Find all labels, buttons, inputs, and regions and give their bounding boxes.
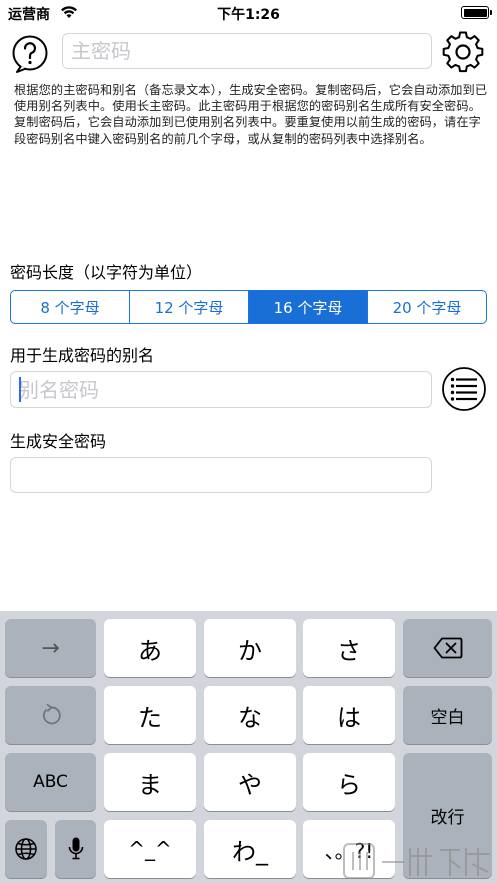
key-next-arrow[interactable]: → <box>5 619 96 677</box>
key-globe[interactable] <box>5 820 47 878</box>
key-a[interactable]: あ <box>104 619 196 677</box>
clock: 下午1:26 <box>217 7 280 23</box>
globe-icon <box>15 838 37 860</box>
generated-label: 生成安全密码 <box>10 432 107 451</box>
length-segmented-control: 8 个字母 12 个字母 16 个字母 20 个字母 <box>10 290 487 324</box>
generated-password-field[interactable] <box>10 457 432 493</box>
gear-icon[interactable] <box>441 30 485 74</box>
length-label: 密码长度（以字符为单位） <box>10 263 203 282</box>
length-option-8[interactable]: 8 个字母 <box>11 291 130 323</box>
key-kaomoji[interactable]: ^_^ <box>104 820 196 878</box>
list-icon[interactable] <box>441 366 487 412</box>
undo-icon <box>42 703 61 725</box>
length-option-12[interactable]: 12 个字母 <box>130 291 249 323</box>
alias-input[interactable] <box>10 371 432 408</box>
question-circle-icon[interactable] <box>10 34 50 74</box>
key-sa[interactable]: さ <box>303 619 395 677</box>
battery-nub <box>489 10 492 15</box>
key-ta[interactable]: た <box>104 686 196 744</box>
master-password-input[interactable] <box>62 33 432 69</box>
key-delete[interactable] <box>403 619 492 677</box>
key-ma[interactable]: ま <box>104 753 196 811</box>
status-bar: 运营商 下午1:26 <box>0 0 497 26</box>
key-ya[interactable]: や <box>204 753 296 811</box>
length-option-16[interactable]: 16 个字母 <box>249 291 368 323</box>
microphone-icon <box>68 837 83 860</box>
key-microphone[interactable] <box>55 820 96 878</box>
length-option-20[interactable]: 20 个字母 <box>368 291 486 323</box>
key-na[interactable]: な <box>204 686 296 744</box>
key-space[interactable]: 空白 <box>403 686 492 744</box>
key-undo[interactable] <box>5 686 96 744</box>
battery-fill <box>463 8 487 17</box>
key-ra[interactable]: ら <box>303 753 395 811</box>
watermark-logo <box>343 843 490 879</box>
key-abc[interactable]: ABC <box>5 753 96 811</box>
key-ha[interactable]: は <box>303 686 395 744</box>
battery-icon <box>461 6 492 19</box>
alias-label: 用于生成密码的别名 <box>10 346 155 365</box>
text-caret <box>19 377 21 402</box>
key-ka[interactable]: か <box>204 619 296 677</box>
key-wa[interactable]: わ_ <box>204 820 296 878</box>
description-text: 根据您的主密码和别名（备忘录文本），生成安全密码。复制密码后，它会自动添加到已使… <box>14 83 488 146</box>
backspace-icon <box>433 637 462 659</box>
